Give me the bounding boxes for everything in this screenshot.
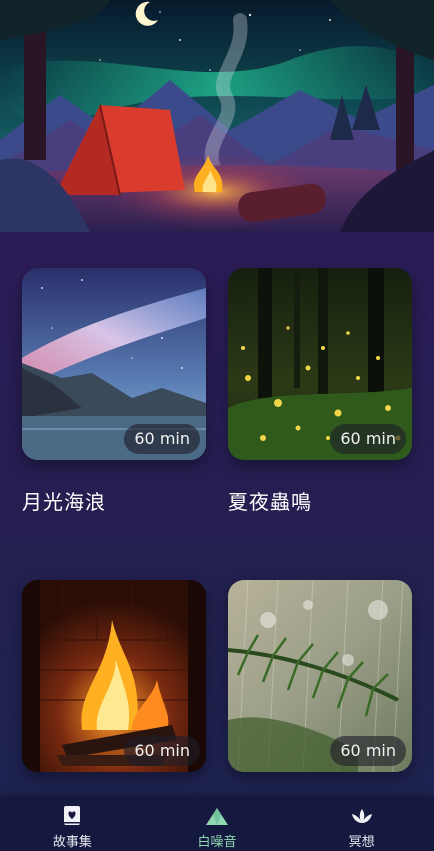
book-heart-icon <box>64 806 81 825</box>
nav-item-stories[interactable]: 故事集 <box>22 797 122 851</box>
nav-label: 故事集 <box>52 835 92 850</box>
nav-label: 冥想 <box>348 835 375 850</box>
sound-card-moonlight-waves[interactable]: 60 min 月光海浪 <box>22 268 206 515</box>
sound-title: 夏夜蟲鳴 <box>228 490 312 514</box>
sound-title: 月光海浪 <box>22 490 106 514</box>
sound-thumbnail[interactable]: 60 min <box>22 580 206 772</box>
duration-badge: 60 min <box>124 424 200 454</box>
nav-label: 白噪音 <box>197 835 237 850</box>
sound-thumbnail[interactable]: 60 min <box>22 268 206 460</box>
bottom-navigation: 故事集 白噪音 冥想 <box>0 797 434 851</box>
nav-item-white-noise[interactable]: 白噪音 <box>167 797 267 851</box>
mountain-icon <box>205 808 228 825</box>
duration-badge: 60 min <box>330 424 406 454</box>
sound-card-fireplace[interactable]: 60 min <box>22 580 206 798</box>
sound-card-rain[interactable]: 60 min <box>228 580 412 798</box>
sound-card-summer-night-insects[interactable]: 60 min 夏夜蟲鳴 <box>228 268 412 515</box>
hero-campfire-illustration <box>0 0 434 232</box>
sound-thumbnail[interactable]: 60 min <box>228 580 412 772</box>
duration-badge: 60 min <box>124 736 200 766</box>
sound-thumbnail[interactable]: 60 min <box>228 268 412 460</box>
lotus-icon <box>351 809 372 823</box>
nav-item-meditation[interactable]: 冥想 <box>312 797 412 851</box>
duration-badge: 60 min <box>330 736 406 766</box>
